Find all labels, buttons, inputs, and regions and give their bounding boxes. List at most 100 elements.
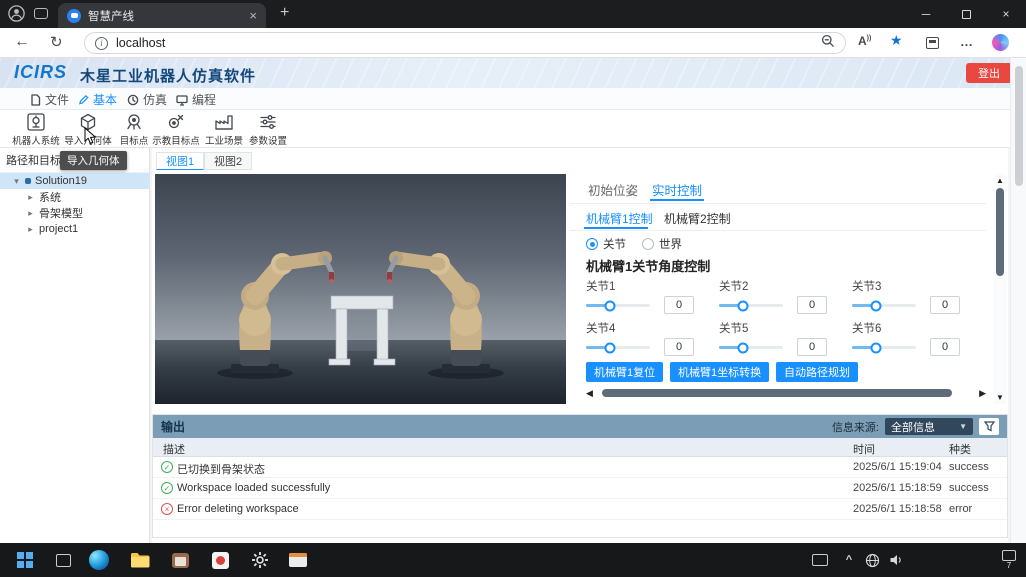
tree-item-solution[interactable]: ▾ Solution19 xyxy=(0,173,149,189)
window-close-button[interactable]: × xyxy=(986,0,1026,28)
tab-title: 智慧产线 xyxy=(88,8,242,24)
view-tab-1[interactable]: 视图1 xyxy=(156,152,204,170)
window-minimize-button[interactable]: ─ xyxy=(906,0,946,28)
notification-count: 7 xyxy=(1007,562,1011,570)
scroll-down-icon[interactable]: ▼ xyxy=(996,393,1004,402)
taskbar-app-button[interactable] xyxy=(164,543,196,577)
reload-icon[interactable]: ↻ xyxy=(50,33,63,51)
joint2-value-input[interactable] xyxy=(797,296,827,314)
browser-profile-icon[interactable] xyxy=(8,5,25,27)
tab-initial-pose[interactable]: 初始位姿 xyxy=(588,180,638,199)
joint5-slider[interactable] xyxy=(719,346,783,349)
slider-handle[interactable] xyxy=(738,300,749,311)
tree-item-system[interactable]: ▸ 系统 xyxy=(0,189,149,205)
back-icon[interactable]: ← xyxy=(14,33,30,51)
toolbar-teach-target[interactable]: 示教目标点 xyxy=(150,112,202,147)
joint1-slider[interactable] xyxy=(586,304,650,307)
toolbar-robot-system[interactable]: 机器人系统 xyxy=(10,112,62,147)
slider-handle[interactable] xyxy=(871,342,882,353)
tab-arm2-control[interactable]: 机械臂2控制 xyxy=(664,210,731,227)
window-maximize-button[interactable] xyxy=(946,0,986,28)
notification-center-button[interactable]: 7 xyxy=(996,543,1022,577)
scroll-left-icon[interactable]: ◀ xyxy=(586,388,593,399)
clear-output-button[interactable] xyxy=(979,418,999,435)
joint1-value-input[interactable] xyxy=(664,296,694,314)
address-bar[interactable]: i localhost xyxy=(84,32,846,54)
joint6-value-input[interactable] xyxy=(930,338,960,356)
taskbar-edge-button[interactable] xyxy=(84,543,114,577)
volume-icon[interactable] xyxy=(884,543,908,577)
tab-realtime-control[interactable]: 实时控制 xyxy=(652,180,702,199)
url-text[interactable]: localhost xyxy=(116,36,813,50)
network-icon[interactable] xyxy=(860,543,884,577)
slider-handle[interactable] xyxy=(605,342,616,353)
output-row[interactable]: ✓ Workspace loaded successfully 2025/6/1… xyxy=(153,478,1007,499)
vertical-scrollbar[interactable]: ▲ ▼ xyxy=(994,174,1006,404)
radio-joint-mode[interactable]: 关节 xyxy=(586,236,626,252)
touch-keyboard-icon[interactable] xyxy=(806,543,834,577)
scroll-up-icon[interactable]: ▲ xyxy=(996,176,1004,185)
scroll-right-icon[interactable]: ▶ xyxy=(979,388,986,399)
solution-icon xyxy=(25,178,31,184)
3d-viewport[interactable] xyxy=(155,174,566,404)
read-aloud-icon[interactable]: A)) xyxy=(858,34,871,48)
start-button[interactable] xyxy=(8,543,42,577)
taskbar-explorer-button[interactable] xyxy=(124,543,156,577)
joint4-value-input[interactable] xyxy=(664,338,694,356)
radio-unselected-icon[interactable] xyxy=(642,238,654,250)
info-source-select[interactable]: 全部信息 ▼ xyxy=(885,418,973,435)
joint5-value-input[interactable] xyxy=(797,338,827,356)
caret-right-icon[interactable]: ▸ xyxy=(26,208,35,219)
tree-item-skeleton-model[interactable]: ▸ 骨架模型 xyxy=(0,205,149,221)
output-row[interactable]: ✓ 已切换到骨架状态 2025/6/1 15:19:04 success xyxy=(153,457,1007,478)
joint4-slider[interactable] xyxy=(586,346,650,349)
auto-path-planning-button[interactable]: 自动路径规划 xyxy=(776,362,858,382)
menu-tab-programming[interactable]: 编程 xyxy=(176,91,216,108)
menu-tab-file[interactable]: 文件 xyxy=(30,91,69,108)
tab-arm1-control[interactable]: 机械臂1控制 xyxy=(586,210,653,227)
slider-handle[interactable] xyxy=(738,342,749,353)
slider-handle[interactable] xyxy=(605,300,616,311)
toolbar-parameter-settings[interactable]: 参数设置 xyxy=(242,112,294,147)
page-scrollbar[interactable] xyxy=(1010,58,1026,543)
radio-selected-icon[interactable] xyxy=(586,238,598,250)
menu-tab-basic[interactable]: 基本 xyxy=(78,91,117,108)
scrollbar-thumb[interactable] xyxy=(1015,66,1023,186)
slider-handle[interactable] xyxy=(871,300,882,311)
site-info-icon[interactable]: i xyxy=(95,37,108,50)
task-view-button[interactable] xyxy=(48,543,78,577)
menu-tab-simulation[interactable]: 仿真 xyxy=(127,91,167,108)
taskbar-settings-button[interactable] xyxy=(244,543,276,577)
scrollbar-thumb[interactable] xyxy=(602,389,952,397)
arm1-reset-button[interactable]: 机械臂1复位 xyxy=(586,362,663,382)
joint2-slider[interactable] xyxy=(719,304,783,307)
tree-item-project1[interactable]: ▸ project1 xyxy=(0,221,149,237)
arm1-coordinate-transform-button[interactable]: 机械臂1坐标转换 xyxy=(670,362,769,382)
caret-right-icon[interactable]: ▸ xyxy=(26,224,35,235)
favorite-star-icon[interactable]: ★ xyxy=(890,32,903,49)
browser-menu-icon[interactable]: … xyxy=(960,34,974,49)
output-row[interactable]: × Error deleting workspace 2025/6/1 15:1… xyxy=(153,499,1007,520)
joint3-slider[interactable] xyxy=(852,304,916,307)
radio-world-mode[interactable]: 世界 xyxy=(642,236,682,252)
new-tab-button[interactable]: + xyxy=(280,4,289,22)
view-tab-2[interactable]: 视图2 xyxy=(204,152,252,170)
taskbar-app-button[interactable] xyxy=(204,543,236,577)
browser-tab[interactable]: 智慧产线 × xyxy=(58,3,266,28)
zoom-icon[interactable] xyxy=(821,34,835,53)
joint3-value-input[interactable] xyxy=(930,296,960,314)
copilot-icon[interactable] xyxy=(992,34,1009,51)
tab-close-icon[interactable]: × xyxy=(249,8,257,23)
scrollbar-thumb[interactable] xyxy=(996,188,1004,276)
caret-down-icon[interactable]: ▾ xyxy=(12,176,21,187)
taskbar-media-button[interactable] xyxy=(282,543,314,577)
settings-sliders-icon xyxy=(258,112,278,132)
joint6-slider[interactable] xyxy=(852,346,916,349)
tab-list-icon[interactable] xyxy=(34,8,48,19)
tray-expand-icon[interactable]: ^ xyxy=(838,543,860,577)
browser-tab-bar: 智慧产线 × + ─ × xyxy=(0,0,1026,28)
caret-right-icon[interactable]: ▸ xyxy=(26,192,35,203)
collections-icon[interactable] xyxy=(926,37,939,49)
logout-button[interactable]: 登出 xyxy=(966,63,1012,83)
horizontal-scrollbar[interactable]: ◀ ▶ xyxy=(586,388,986,399)
